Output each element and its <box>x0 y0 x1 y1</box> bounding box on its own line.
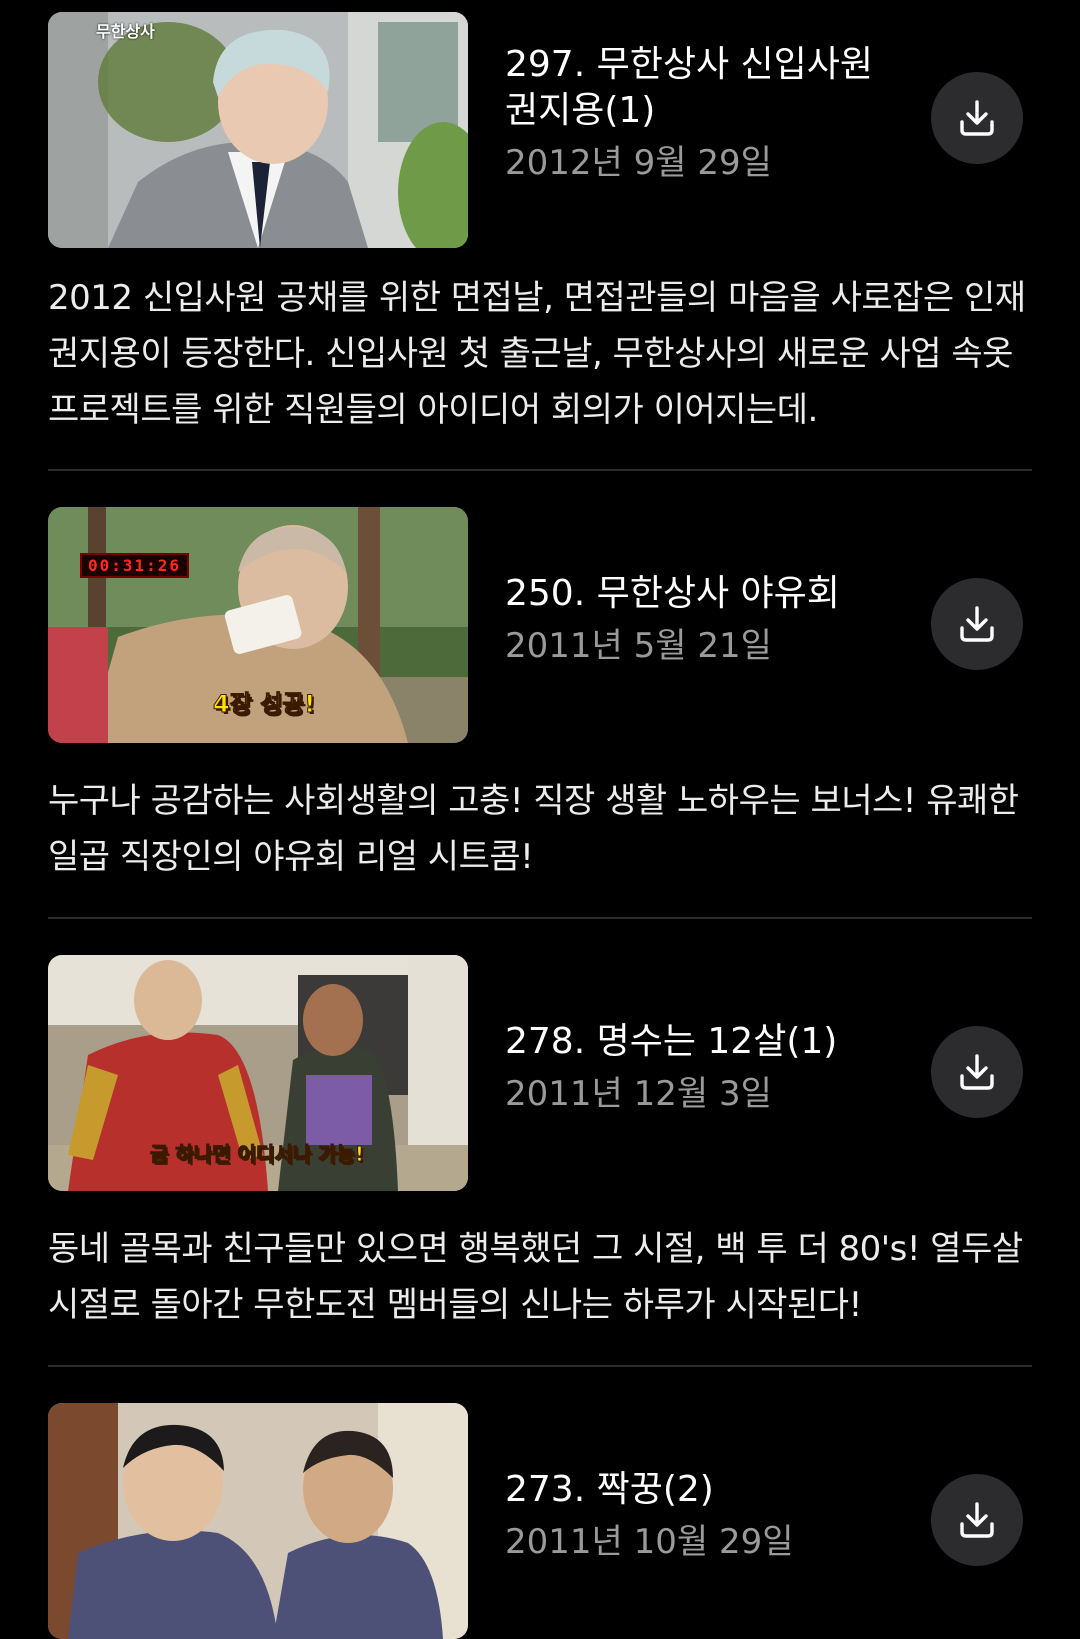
download-button[interactable] <box>931 72 1023 164</box>
episode-description: 동네 골목과 친구들만 있으면 행복했던 그 시절, 백 투 더 80's! 열… <box>48 1229 1023 1325</box>
download-icon <box>960 606 994 642</box>
episode-date: 2011년 5월 21일 <box>505 626 772 666</box>
download-icon <box>960 1054 994 1090</box>
divider <box>48 469 1032 471</box>
thumbnail-image <box>48 12 468 248</box>
episode-description: 2012 신입사원 공채를 위한 면접날, 면접관들의 마음을 사로잡은 인재 … <box>48 278 1026 430</box>
download-button[interactable] <box>931 1026 1023 1118</box>
episode-date: 2012년 9월 29일 <box>505 143 772 183</box>
episode-thumbnail[interactable]: 금 하나면 어디서나 가능! <box>48 955 468 1191</box>
episode-date: 2011년 12월 3일 <box>505 1074 772 1114</box>
episode-thumbnail[interactable]: 00:31:26 4장 성공! <box>48 507 468 743</box>
episode-description: 누구나 공감하는 사회생활의 고충! 직장 생활 노하우는 보너스! 유쾌한 일… <box>48 781 1019 877</box>
episode-title: 297. 무한상사 신입사원 권지용(1) <box>505 44 874 131</box>
download-icon <box>960 100 994 136</box>
download-button[interactable] <box>931 578 1023 670</box>
thumbnail-caption: 4장 성공! <box>212 690 316 719</box>
thumbnail-image <box>48 1403 468 1639</box>
thumbnail-logo: 무한상사 <box>96 22 155 41</box>
thumbnail-timer: 00:31:26 <box>80 553 190 578</box>
episode-title: 278. 명수는 12살(1) <box>505 1021 838 1062</box>
download-button[interactable] <box>931 1474 1023 1566</box>
episode-date: 2011년 10월 29일 <box>505 1522 794 1562</box>
episode-title: 273. 짝꿍(2) <box>505 1469 714 1510</box>
divider <box>48 917 1032 919</box>
episode-thumbnail[interactable] <box>48 1403 468 1639</box>
thumbnail-caption: 금 하나면 어디서나 가능! <box>149 1142 365 1167</box>
divider <box>48 1365 1032 1367</box>
episode-title: 250. 무한상사 야유회 <box>505 573 840 614</box>
episode-thumbnail[interactable]: 무한상사 <box>48 12 468 248</box>
download-icon <box>960 1502 994 1538</box>
